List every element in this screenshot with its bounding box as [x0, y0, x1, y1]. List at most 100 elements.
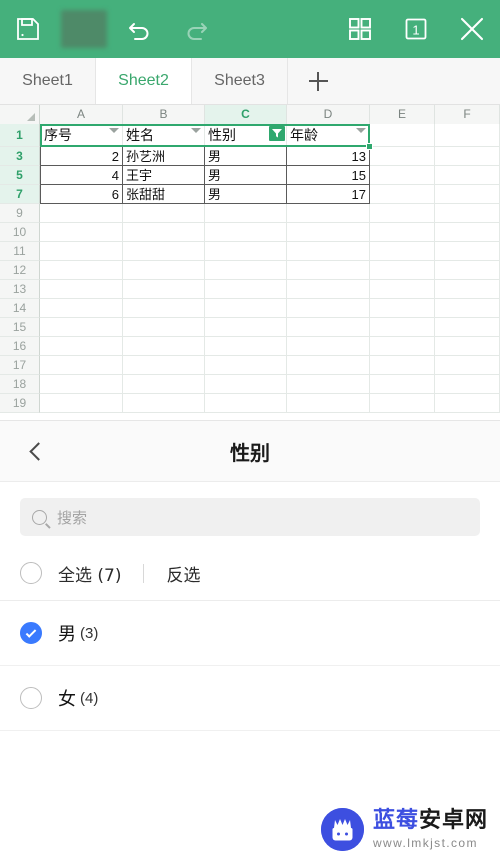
- cell-c14[interactable]: [205, 299, 287, 318]
- cell-d10[interactable]: [287, 223, 370, 242]
- row-header-1[interactable]: 1: [0, 124, 40, 147]
- column-header-e[interactable]: E: [370, 105, 435, 124]
- cell-f14[interactable]: [435, 299, 500, 318]
- invert-selection-button[interactable]: 反选: [166, 561, 200, 586]
- cell-d15[interactable]: [287, 318, 370, 337]
- cell-c1[interactable]: 性别: [205, 124, 287, 147]
- cell-d16[interactable]: [287, 337, 370, 356]
- cell-f18[interactable]: [435, 375, 500, 394]
- column-header-f[interactable]: F: [435, 105, 500, 124]
- redo-button[interactable]: [168, 0, 224, 58]
- row-header-3[interactable]: 3: [0, 147, 40, 166]
- filter-option-female-checkbox[interactable]: [20, 687, 42, 709]
- sheet-tab-3[interactable]: Sheet3: [192, 58, 288, 104]
- cell-b10[interactable]: [123, 223, 205, 242]
- cell-f9[interactable]: [435, 204, 500, 223]
- cell-f13[interactable]: [435, 280, 500, 299]
- filter-option-female[interactable]: 女 (4): [0, 666, 500, 731]
- filter-dropdown-icon-a[interactable]: [109, 128, 119, 133]
- cell-f3[interactable]: [435, 147, 500, 166]
- cell-a18[interactable]: [40, 375, 123, 394]
- cell-a19[interactable]: [40, 394, 123, 413]
- column-header-d[interactable]: D: [287, 105, 370, 124]
- cell-a12[interactable]: [40, 261, 123, 280]
- cell-d14[interactable]: [287, 299, 370, 318]
- cell-e7[interactable]: [370, 185, 435, 204]
- cell-c18[interactable]: [205, 375, 287, 394]
- cell-f5[interactable]: [435, 166, 500, 185]
- cell-a11[interactable]: [40, 242, 123, 261]
- filter-dropdown-icon-d[interactable]: [356, 128, 366, 133]
- cell-c17[interactable]: [205, 356, 287, 375]
- cell-f10[interactable]: [435, 223, 500, 242]
- cell-e14[interactable]: [370, 299, 435, 318]
- cell-b16[interactable]: [123, 337, 205, 356]
- cell-e1[interactable]: [370, 124, 435, 147]
- cell-d19[interactable]: [287, 394, 370, 413]
- row-header-9[interactable]: 9: [0, 204, 40, 223]
- cell-f19[interactable]: [435, 394, 500, 413]
- cell-b14[interactable]: [123, 299, 205, 318]
- cell-c3[interactable]: 男: [205, 147, 287, 166]
- cell-d1[interactable]: 年龄: [287, 124, 370, 147]
- grid-view-button[interactable]: [332, 0, 388, 58]
- cell-e10[interactable]: [370, 223, 435, 242]
- cell-b13[interactable]: [123, 280, 205, 299]
- cell-a5[interactable]: 4: [40, 166, 123, 185]
- undo-button[interactable]: [112, 0, 168, 58]
- select-all-corner[interactable]: [0, 105, 40, 124]
- cell-b15[interactable]: [123, 318, 205, 337]
- cell-e11[interactable]: [370, 242, 435, 261]
- save-button[interactable]: [0, 0, 56, 58]
- cell-f7[interactable]: [435, 185, 500, 204]
- cell-b12[interactable]: [123, 261, 205, 280]
- cell-f17[interactable]: [435, 356, 500, 375]
- cell-a17[interactable]: [40, 356, 123, 375]
- cell-d9[interactable]: [287, 204, 370, 223]
- cell-d12[interactable]: [287, 261, 370, 280]
- filter-option-male-checkbox[interactable]: [20, 622, 42, 644]
- cell-f1[interactable]: [435, 124, 500, 147]
- row-header-7[interactable]: 7: [0, 185, 40, 204]
- cell-b17[interactable]: [123, 356, 205, 375]
- cell-e5[interactable]: [370, 166, 435, 185]
- cell-f15[interactable]: [435, 318, 500, 337]
- row-header-14[interactable]: 14: [0, 299, 40, 318]
- redacted-toolbar-item[interactable]: [56, 0, 112, 58]
- cell-b9[interactable]: [123, 204, 205, 223]
- row-header-13[interactable]: 13: [0, 280, 40, 299]
- cell-e9[interactable]: [370, 204, 435, 223]
- row-header-12[interactable]: 12: [0, 261, 40, 280]
- cell-e17[interactable]: [370, 356, 435, 375]
- cell-f16[interactable]: [435, 337, 500, 356]
- cell-d3[interactable]: 13: [287, 147, 370, 166]
- filter-option-male[interactable]: 男 (3): [0, 601, 500, 666]
- cell-d18[interactable]: [287, 375, 370, 394]
- cell-f12[interactable]: [435, 261, 500, 280]
- cell-c7[interactable]: 男: [205, 185, 287, 204]
- cell-e15[interactable]: [370, 318, 435, 337]
- cell-b5[interactable]: 王宇: [123, 166, 205, 185]
- cell-e18[interactable]: [370, 375, 435, 394]
- cell-c15[interactable]: [205, 318, 287, 337]
- cell-b3[interactable]: 孙艺洲: [123, 147, 205, 166]
- column-header-c[interactable]: C: [205, 105, 287, 124]
- cell-c9[interactable]: [205, 204, 287, 223]
- sheet-count-button[interactable]: 1: [388, 0, 444, 58]
- cell-a1[interactable]: 序号: [40, 124, 123, 147]
- filter-active-icon-c[interactable]: [269, 126, 285, 141]
- spreadsheet-grid[interactable]: A B C D E F 1 序号 姓名 性别 年龄 3 2 孙艺洲 男 13 5…: [0, 105, 500, 420]
- cell-e3[interactable]: [370, 147, 435, 166]
- row-header-11[interactable]: 11: [0, 242, 40, 261]
- cell-d7[interactable]: 17: [287, 185, 370, 204]
- sheet-tab-2[interactable]: Sheet2: [96, 58, 192, 104]
- cell-c19[interactable]: [205, 394, 287, 413]
- cell-d5[interactable]: 15: [287, 166, 370, 185]
- select-all-checkbox[interactable]: [20, 562, 42, 584]
- cell-b19[interactable]: [123, 394, 205, 413]
- cell-a16[interactable]: [40, 337, 123, 356]
- cell-f11[interactable]: [435, 242, 500, 261]
- column-header-a[interactable]: A: [40, 105, 123, 124]
- column-header-b[interactable]: B: [123, 105, 205, 124]
- cell-a15[interactable]: [40, 318, 123, 337]
